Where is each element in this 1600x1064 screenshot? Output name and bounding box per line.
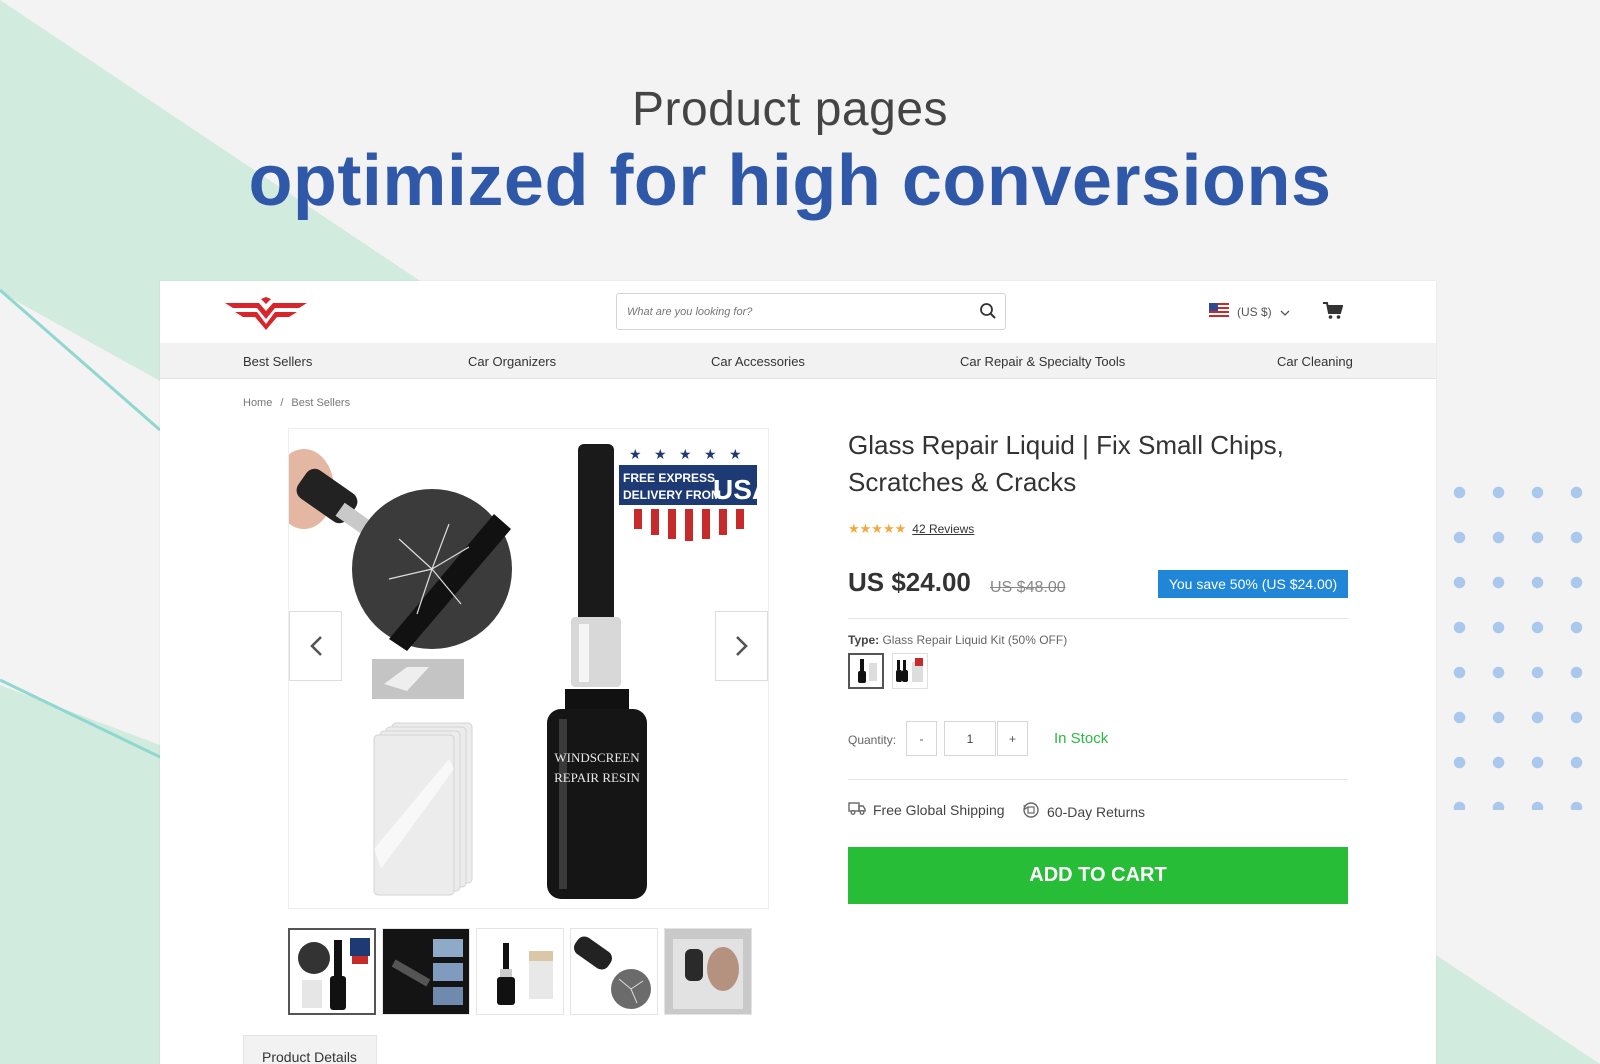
svg-text:★: ★ — [629, 446, 642, 462]
variant-type-key: Type: — [848, 633, 880, 647]
breadcrumb-home[interactable]: Home — [243, 397, 272, 409]
hero-subtitle: Product pages — [631, 83, 949, 136]
divider — [848, 618, 1348, 619]
variant-option-2[interactable] — [892, 653, 928, 689]
nav-item-car-repair[interactable]: Car Repair & Specialty Tools — [960, 354, 1125, 369]
shipping-label: Free Global Shipping — [873, 801, 1005, 818]
thumbnail-1[interactable] — [288, 928, 376, 1015]
badge-text-line1: FREE EXPRESS — [623, 471, 715, 485]
quantity-decrease-button[interactable]: - — [906, 721, 937, 756]
svg-text:★: ★ — [679, 446, 692, 462]
nav-item-best-sellers[interactable]: Best Sellers — [243, 354, 312, 369]
product-main-image: WINDSCREEN REPAIR RESIN ★ ★ ★ ★ ★ FREE E… — [289, 444, 769, 899]
bottle-label-line2: REPAIR RESIN — [554, 770, 640, 785]
quantity-label: Quantity: — [848, 733, 897, 747]
chevron-right-icon — [735, 636, 748, 656]
product-title: Glass Repair Liquid | Fix Small Chips, S… — [848, 430, 1284, 497]
chevron-left-icon — [309, 636, 322, 656]
variant-option-1[interactable] — [848, 653, 884, 689]
variant-type-label: Type: Glass Repair Liquid Kit (50% OFF) — [848, 633, 1067, 647]
product-image-gallery[interactable]: WINDSCREEN REPAIR RESIN ★ ★ ★ ★ ★ FREE E… — [288, 428, 769, 909]
stock-status: In Stock — [1054, 730, 1109, 747]
add-to-cart-button[interactable]: ADD TO CART — [848, 847, 1348, 904]
thumbnail-3[interactable] — [476, 928, 564, 1015]
quantity-input[interactable] — [944, 721, 996, 756]
search-icon[interactable] — [979, 302, 997, 325]
returns-label: 60-Day Returns — [1047, 803, 1146, 820]
breadcrumb-current[interactable]: Best Sellers — [291, 397, 350, 409]
currency-label: (US $) — [1237, 304, 1272, 319]
cart-icon[interactable] — [1323, 302, 1344, 325]
svg-text:★: ★ — [704, 446, 717, 462]
current-price: US $24.00 — [848, 567, 971, 597]
variant-type-value: Glass Repair Liquid Kit (50% OFF) — [882, 633, 1068, 647]
returns-icon — [1022, 801, 1040, 822]
tab-product-details[interactable]: Product Details — [243, 1035, 377, 1064]
product-rating: ★★★★★ 42 Reviews — [848, 521, 974, 537]
thumbnail-2[interactable] — [382, 928, 470, 1015]
search-box — [616, 293, 1006, 330]
gallery-prev-button[interactable] — [289, 611, 342, 681]
nav-item-car-organizers[interactable]: Car Organizers — [468, 354, 556, 369]
divider — [848, 779, 1348, 780]
search-input[interactable] — [627, 294, 957, 329]
product-page-mockup: (US $) Best Sellers Car Organizers Car A… — [160, 281, 1436, 1064]
breadcrumb: Home / Best Sellers — [243, 397, 350, 409]
chevron-down-icon — [1280, 305, 1290, 319]
rating-stars: ★★★★★ — [848, 521, 907, 536]
truck-icon — [848, 801, 866, 818]
nav-item-car-cleaning[interactable]: Car Cleaning — [1277, 354, 1353, 369]
shipping-info: Free Global Shipping — [848, 801, 1005, 818]
svg-text:★: ★ — [654, 446, 667, 462]
gallery-next-button[interactable] — [715, 611, 768, 681]
thumbnail-strip — [288, 928, 752, 1015]
brand-logo[interactable] — [225, 297, 307, 336]
usa-delivery-badge: ★ ★ ★ ★ ★ FREE EXPRESS DELIVERY FROM USA — [619, 446, 769, 541]
returns-info: 60-Day Returns — [1022, 801, 1145, 822]
badge-text-line2: DELIVERY FROM — [623, 488, 721, 502]
quantity-increase-button[interactable]: + — [997, 721, 1028, 756]
site-header: (US $) — [160, 281, 1436, 343]
us-flag-icon — [1209, 303, 1229, 320]
hero-title: optimized for high conversions — [248, 141, 1332, 221]
svg-text:★: ★ — [729, 446, 742, 462]
badge-text-usa: USA — [713, 474, 769, 505]
breadcrumb-separator: / — [280, 397, 284, 409]
reviews-link[interactable]: 42 Reviews — [912, 522, 974, 536]
savings-badge: You save 50% (US $24.00) — [1158, 570, 1348, 598]
original-price: US $48.00 — [990, 579, 1066, 596]
variant-options — [848, 653, 928, 689]
currency-selector[interactable]: (US $) — [1209, 303, 1290, 320]
bottle-label-line1: WINDSCREEN — [554, 750, 640, 765]
nav-item-car-accessories[interactable]: Car Accessories — [711, 354, 805, 369]
decorative-dots — [1440, 470, 1600, 810]
thumbnail-5[interactable] — [664, 928, 752, 1015]
thumbnail-4[interactable] — [570, 928, 658, 1015]
category-nav: Best Sellers Car Organizers Car Accessor… — [160, 343, 1436, 379]
